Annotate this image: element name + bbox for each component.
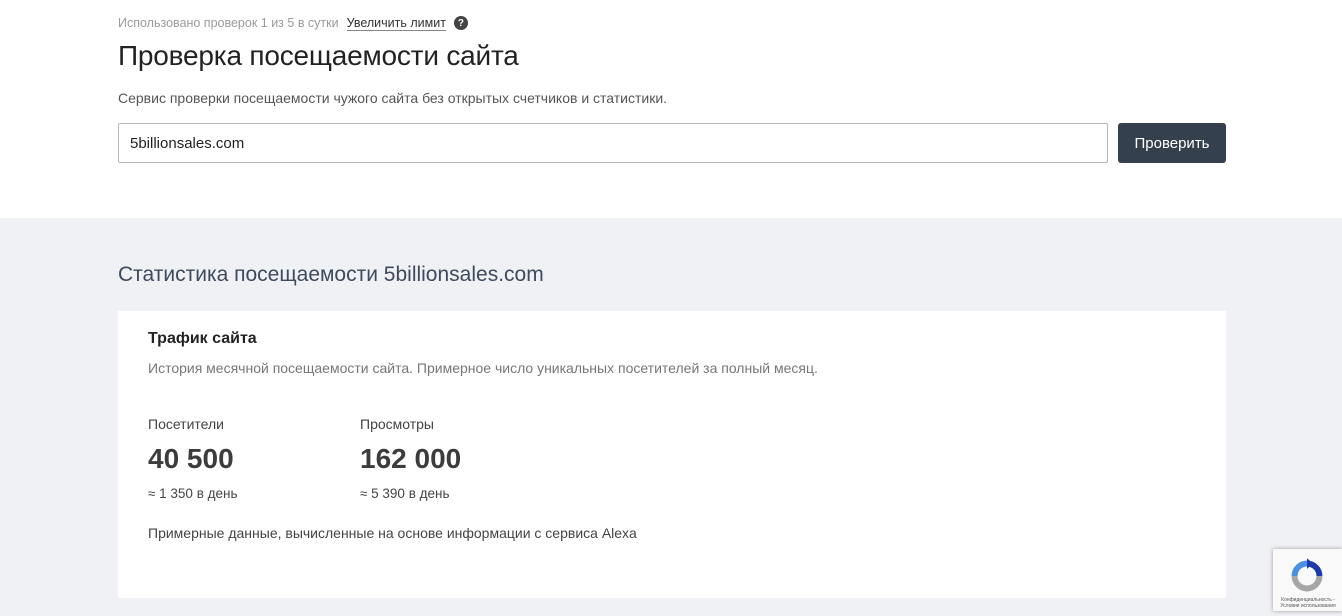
site-url-input[interactable]	[118, 123, 1108, 163]
data-source-note: Примерные данные, вычисленные на основе …	[148, 525, 637, 541]
visitors-label: Посетители	[148, 416, 224, 432]
recaptcha-badge[interactable]: Конфиденциальность - Условия использован…	[1273, 549, 1342, 611]
card-description: История месячной посещаемости сайта. При…	[148, 360, 818, 376]
visitors-per-day: ≈ 1 350 в день	[148, 486, 238, 501]
page-title: Проверка посещаемости сайта	[118, 40, 519, 71]
views-per-day: ≈ 5 390 в день	[360, 486, 450, 501]
stats-section: Статистика посещаемости 5billionsales.co…	[0, 218, 1342, 616]
card-title: Трафик сайта	[148, 330, 257, 347]
views-value: 162 000	[360, 443, 462, 474]
check-button[interactable]: Проверить	[1118, 123, 1226, 163]
traffic-card: Трафик сайта История месячной посещаемос…	[118, 311, 1226, 598]
increase-limit-link[interactable]: Увеличить лимит	[346, 16, 446, 31]
limit-usage-text: Использовано проверок 1 из 5 в сутки	[118, 16, 339, 30]
top-section: Использовано проверок 1 из 5 в сутки Уве…	[0, 0, 1342, 218]
question-icon[interactable]: ?	[453, 16, 468, 30]
recaptcha-icon	[1291, 558, 1323, 592]
views-label: Просмотры	[360, 416, 434, 432]
page-subtitle: Сервис проверки посещаемости чужого сайт…	[118, 90, 668, 106]
visitors-value: 40 500	[148, 443, 234, 474]
views-metric: Просмотры 162 000 ≈ 5 390 в день	[360, 416, 461, 501]
stats-heading: Статистика посещаемости 5billionsales.co…	[118, 263, 544, 286]
visitors-metric: Посетители 40 500 ≈ 1 350 в день	[148, 416, 238, 501]
recaptcha-text[interactable]: Конфиденциальность - Условия использован…	[1275, 597, 1341, 609]
limit-row: Использовано проверок 1 из 5 в сутки Уве…	[118, 14, 468, 32]
